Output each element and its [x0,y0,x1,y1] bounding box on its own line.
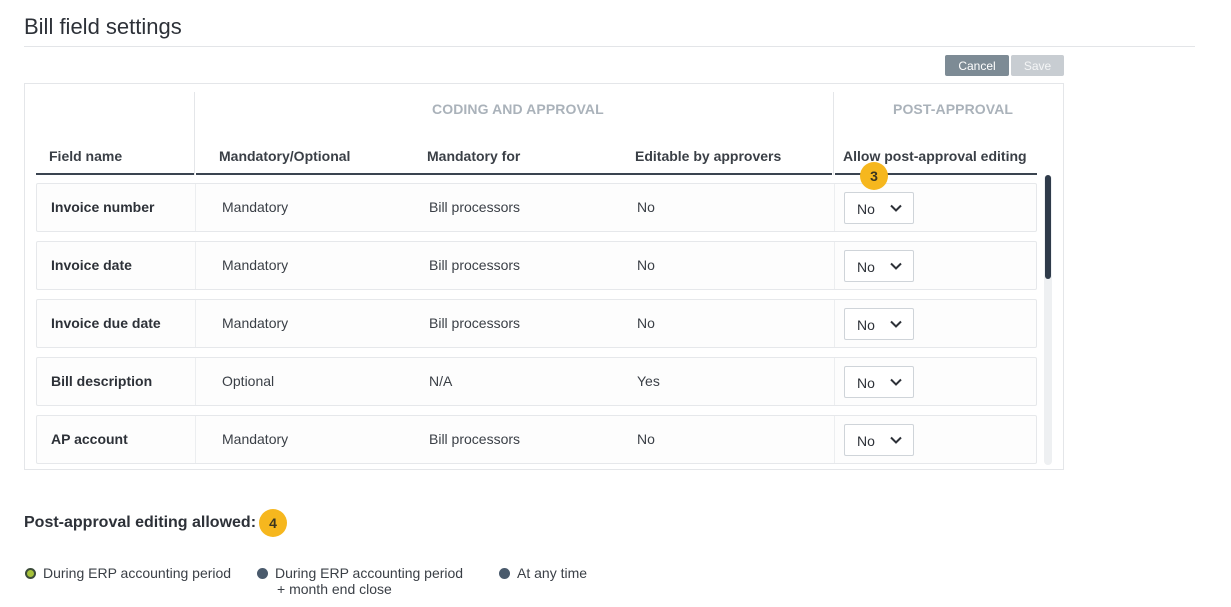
mandatory-optional-value: Mandatory [222,257,289,273]
mandatory-optional-value: Mandatory [222,315,289,331]
radio-label: During ERP accounting period [275,565,464,581]
table-row: Invoice date Mandatory Bill processors N… [36,241,1037,290]
group-header-post-approval: POST-APPROVAL [893,101,1014,117]
header-underline [196,173,832,175]
column-header-editable-by-approvers: Editable by approvers [635,148,782,164]
field-name: Invoice number [51,199,155,215]
fields-table: CODING AND APPROVAL POST-APPROVAL Field … [24,83,1064,470]
mandatory-for-value: Bill processors [429,431,521,447]
mandatory-for-value: N/A [429,373,453,389]
table-row: Invoice number Mandatory Bill processors… [36,183,1037,232]
cancel-button[interactable]: Cancel [945,55,1009,76]
table-row: Invoice due date Mandatory Bill processo… [36,299,1037,348]
allow-post-approval-select[interactable]: No [844,366,914,398]
mandatory-for-value: Bill processors [429,315,521,331]
select-value: No [857,201,875,217]
editable-by-approvers-value: No [637,199,655,215]
select-value: No [857,317,875,333]
editable-by-approvers-value: No [637,257,655,273]
select-value: No [857,375,875,391]
select-value: No [857,259,875,275]
column-header-field-name: Field name [49,148,123,164]
chevron-down-icon [890,378,902,386]
chevron-down-icon [890,436,902,444]
row-divider [195,242,196,289]
allow-post-approval-select[interactable]: No [844,250,914,282]
editable-by-approvers-value: No [637,431,655,447]
select-value: No [857,433,875,449]
chevron-down-icon [890,320,902,328]
row-divider [834,416,835,463]
row-divider [195,416,196,463]
callout-badge: 3 [860,162,888,190]
mandatory-optional-value: Optional [222,373,275,389]
radio-sublabel: + month end close [277,581,392,597]
row-divider [834,358,835,405]
radio-selected-icon [25,568,36,579]
column-header-mandatory-for: Mandatory for [427,148,521,164]
row-divider [834,300,835,347]
post-approval-title: Post-approval editing allowed: [24,514,257,531]
header-underline [36,173,194,175]
row-divider [195,300,196,347]
callout-badge: 4 [259,509,287,537]
radio-unselected-icon [499,568,510,579]
allow-post-approval-select[interactable]: No [844,424,914,456]
row-divider [834,242,835,289]
table-row: Bill description Optional N/A Yes No [36,357,1037,406]
scrollbar-thumb[interactable] [1045,175,1051,279]
editable-by-approvers-value: No [637,315,655,331]
editable-by-approvers-value: Yes [637,373,660,389]
chevron-down-icon [890,204,902,212]
page-title: Bill field settings [24,14,182,39]
group-divider [194,92,195,175]
allow-post-approval-select[interactable]: No [844,308,914,340]
column-header-mandatory-optional: Mandatory/Optional [219,148,351,164]
field-name: Bill description [51,373,153,389]
field-name: Invoice due date [51,315,161,331]
group-header-coding: CODING AND APPROVAL [432,101,604,117]
allow-post-approval-select[interactable]: No [844,192,914,224]
radio-label: At any time [517,565,588,581]
field-name: Invoice date [51,257,132,273]
table-row: AP account Mandatory Bill processors No … [36,415,1037,464]
chevron-down-icon [890,262,902,270]
radio-unselected-icon [257,568,268,579]
row-divider [834,184,835,231]
mandatory-for-value: Bill processors [429,199,521,215]
field-name: AP account [51,431,128,447]
mandatory-optional-value: Mandatory [222,431,289,447]
row-divider [195,358,196,405]
radio-label: During ERP accounting period [43,565,232,581]
group-divider [833,92,834,175]
mandatory-optional-value: Mandatory [222,199,289,215]
mandatory-for-value: Bill processors [429,257,521,273]
save-button[interactable]: Save [1011,55,1064,76]
row-divider [195,184,196,231]
title-divider [24,46,1195,47]
